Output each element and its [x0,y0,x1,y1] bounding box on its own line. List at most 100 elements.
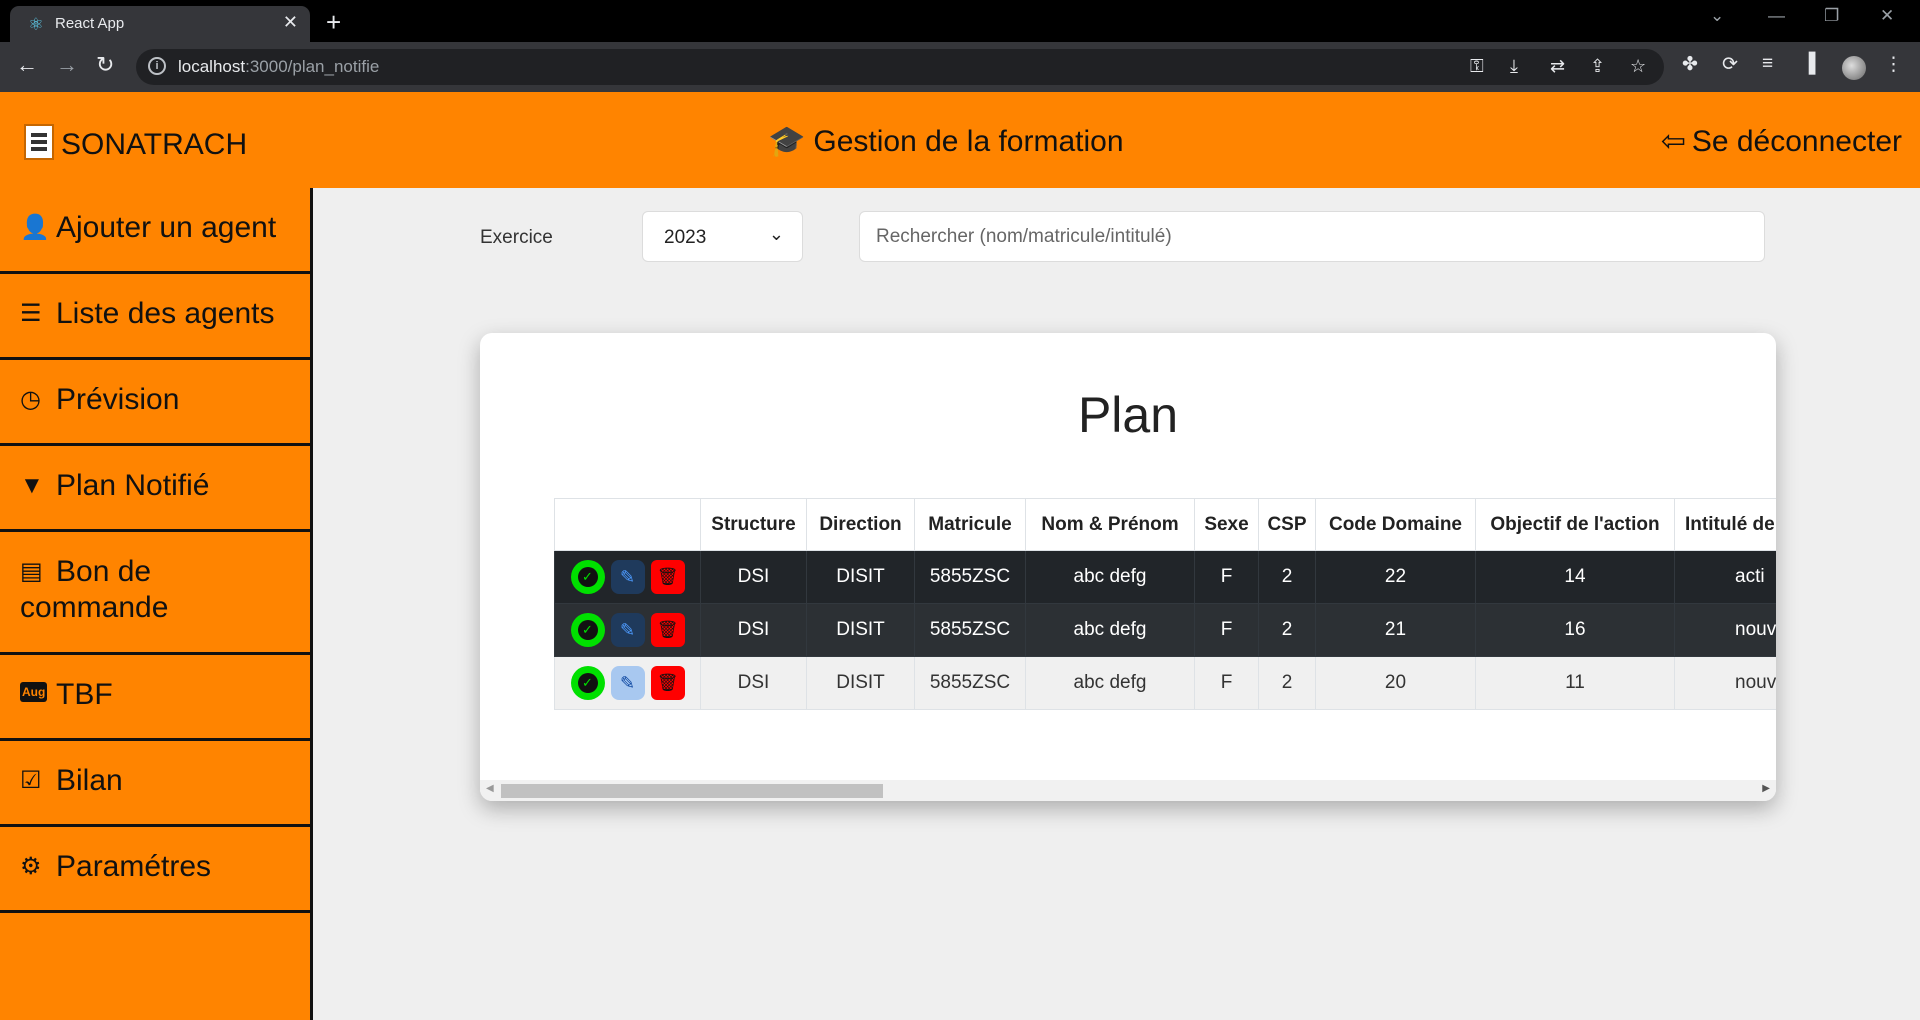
cell-matricule: 5855ZSC [914,656,1026,710]
calendar-check-icon: ☑ [20,767,42,794]
sidebar-item-label: Paramétres [56,850,212,883]
sidebar-item-agent-list[interactable]: ☰ Liste des agents [0,274,310,360]
tab-search-icon[interactable]: ⌄ [1710,6,1724,26]
url-host: localhost [178,57,246,76]
sidebar-item-label: Ajouter un agent [56,211,277,244]
profile-avatar[interactable] [1842,56,1866,80]
cell-sexe: F [1194,603,1259,657]
column-header-csp: CSP [1258,498,1316,551]
chevron-down-icon: ⌄ [768,224,784,244]
url-text: localhost:3000/plan_notifie [178,57,379,77]
cell-sexe: F [1194,656,1259,710]
cell-direction: DISIT [806,550,915,604]
scrollbar-thumb[interactable] [501,784,883,798]
trash-icon: 🗑 [656,673,679,692]
bookmark-star-icon[interactable]: ☆ [1630,56,1646,77]
cell-direction: DISIT [806,656,915,710]
check-icon: ✓ [577,673,598,693]
reading-list-icon[interactable]: ≡ [1762,53,1773,75]
cell-csp: 2 [1258,550,1316,604]
close-window-icon[interactable]: ✕ [1880,6,1894,26]
close-tab-icon[interactable]: ✕ [283,12,298,33]
cell-structure: DSI [700,656,807,710]
app-title: 🎓 Gestion de la formation [768,124,1124,159]
sidebar-item-tbf[interactable]: Aug TBF [0,655,310,741]
bookmark-icon: ▼ [20,472,44,499]
side-panel-icon[interactable]: ▐ [1802,53,1815,75]
cell-intitule: nouv [1674,656,1776,710]
menu-icon[interactable]: ⋮ [1884,53,1903,76]
reload-icon[interactable]: ↻ [96,52,114,78]
table-row: ✓ ✎ 🗑 DSI DISIT 5855ZSC abc defg F 2 22 … [554,550,1776,604]
plan-card: Plan Structure Direction Matricule Nom &… [480,333,1776,801]
cell-csp: 2 [1258,656,1316,710]
approve-button[interactable]: ✓ [570,666,605,700]
sidebar-item-add-agent[interactable]: 👤 Ajouter un agent [0,188,310,274]
year-select[interactable]: 2023 ⌄ [642,211,803,262]
scroll-right-icon[interactable]: ▶ [1762,783,1770,794]
share-icon[interactable]: ⇪ [1590,56,1605,77]
sync-icon[interactable]: ⟳ [1722,53,1738,76]
edit-button[interactable]: ✎ [610,613,645,647]
clock-icon: ◷ [20,386,41,413]
column-header-structure: Structure [700,498,807,551]
column-header-actions [554,498,701,551]
translate-icon[interactable]: ⇄ [1550,56,1565,77]
sidebar: 👤 Ajouter un agent ☰ Liste des agents ◷ Pré… [0,188,313,1020]
cell-nom: abc defg [1025,656,1195,710]
browser-tab[interactable]: ⚛ React App ✕ [10,6,310,42]
new-tab-icon[interactable]: + [326,7,341,38]
table-row: ✓ ✎ 🗑 DSI DISIT 5855ZSC abc defg F 2 20 … [554,656,1776,710]
tab-title: React App [55,15,125,32]
restore-icon[interactable]: ❐ [1824,6,1839,26]
horizontal-scrollbar[interactable]: ◀ ▶ [480,780,1776,801]
back-icon[interactable]: ← [16,52,38,78]
key-icon[interactable]: ⚿ [1470,56,1484,77]
user-plus-icon: 👤 [20,214,50,241]
install-icon[interactable]: ⤓ [1510,56,1518,77]
sidebar-item-plan-notifie[interactable]: ▼ Plan Notifié [0,446,310,532]
delete-button[interactable]: 🗑 [650,613,685,647]
approve-button[interactable]: ✓ [570,613,605,647]
sidebar-item-parametres[interactable]: ⚙ Paramétres [0,827,310,913]
scroll-left-icon[interactable]: ◀ [486,783,494,794]
page-title: Plan [1077,387,1179,443]
edit-icon: ✎ [619,566,636,587]
gear-icon: ⚙ [20,853,42,880]
plan-table: Structure Direction Matricule Nom & Prén… [554,498,1776,710]
column-header-matricule: Matricule [914,498,1026,551]
logout-button[interactable]: ⇦ Se déconnecter [1661,124,1902,159]
cell-matricule: 5855ZSC [914,550,1026,604]
forward-icon[interactable]: → [56,52,78,78]
column-header-sexe: Sexe [1194,498,1259,551]
receipt-icon: ▤ [20,558,43,585]
cell-objectif: 16 [1475,603,1675,657]
row-actions: ✓ ✎ 🗑 [554,656,701,710]
minimize-icon[interactable]: — [1768,6,1785,26]
search-input[interactable] [859,211,1765,262]
delete-button[interactable]: 🗑 [650,666,685,700]
trash-icon: 🗑 [656,567,679,586]
cell-intitule: nouv [1674,603,1776,657]
browser-tab-bar: ⚛ React App ✕ + ⌄ — ❐ ✕ [0,0,1920,42]
sidebar-item-label: Prévision [56,383,180,416]
edit-icon: ✎ [619,672,636,693]
extensions-icon[interactable]: ✤ [1682,53,1698,76]
approve-button[interactable]: ✓ [570,560,605,594]
plan-table-wrapper[interactable]: Structure Direction Matricule Nom & Prén… [554,498,1776,716]
cell-sexe: F [1194,550,1259,604]
edit-button[interactable]: ✎ [610,666,645,700]
site-info-icon[interactable]: i [148,57,166,75]
react-icon: ⚛ [28,15,44,34]
address-bar[interactable]: i localhost:3000/plan_notifie ⚿ ⤓ ⇄ ⇪ ☆ [136,49,1664,85]
app-title-text: Gestion de la formation [813,125,1124,158]
sidebar-item-bilan[interactable]: ☑ Bilan [0,741,310,827]
browser-toolbar: ← → ↻ i localhost:3000/plan_notifie ⚿ ⤓ … [0,42,1920,92]
sidebar-item-prevision[interactable]: ◷ Prévision [0,360,310,446]
url-path: :3000/plan_notifie [245,57,380,76]
sidebar-item-bon-de-commande[interactable]: ▤ Bon de commande [0,532,310,655]
delete-button[interactable]: 🗑 [650,560,685,594]
check-icon: ✓ [577,620,598,640]
edit-button[interactable]: ✎ [610,560,645,594]
column-header-direction: Direction [806,498,915,551]
